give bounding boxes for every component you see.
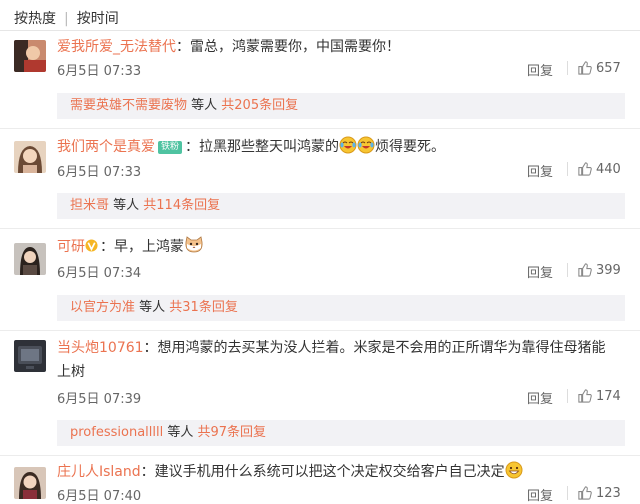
comment-time: 6月5日 07:40 bbox=[57, 489, 142, 504]
sub-reply-count[interactable]: 共205条回复 bbox=[221, 98, 298, 113]
grin-emoji bbox=[505, 461, 523, 485]
sub-reply-user[interactable]: 以官方为准 bbox=[70, 300, 135, 315]
comment-username[interactable]: 可研 bbox=[57, 239, 85, 255]
comment-line: 我们两个是真爱 铁粉 ：拉黑那些整天叫鸿蒙的 烦得要死。 bbox=[57, 136, 445, 160]
laugh-cry-emoji bbox=[357, 136, 375, 160]
sub-reply-summary[interactable]: 以官方为准 等人 共31条回复 bbox=[57, 295, 625, 321]
sub-reply-summary[interactable]: professionalllll 等人 共97条回复 bbox=[57, 420, 625, 446]
reply-button[interactable]: 回复 bbox=[527, 161, 553, 180]
sub-reply-user[interactable]: 需要英雄不需要废物 bbox=[70, 98, 187, 113]
thumb-up-icon bbox=[578, 486, 592, 500]
like-count: 123 bbox=[596, 486, 621, 501]
like-count: 174 bbox=[596, 389, 621, 404]
reply-button[interactable]: 回复 bbox=[527, 262, 553, 281]
tab-hot[interactable]: 按热度 bbox=[14, 8, 56, 28]
like-button[interactable]: 174 bbox=[577, 388, 621, 404]
comment-time: 6月5日 07:33 bbox=[57, 64, 142, 79]
avatar[interactable] bbox=[14, 467, 46, 499]
thumb-up-icon bbox=[578, 389, 592, 403]
comment-divider bbox=[0, 455, 640, 456]
like-button[interactable]: 657 bbox=[577, 60, 621, 76]
comment-text-line2: 上树 bbox=[57, 364, 85, 380]
sub-reply-summary[interactable]: 需要英雄不需要废物 等人 共205条回复 bbox=[57, 93, 625, 119]
comment-time: 6月5日 07:33 bbox=[57, 165, 142, 180]
fan-badge: 铁粉 bbox=[158, 141, 183, 154]
avatar[interactable] bbox=[14, 40, 46, 72]
sub-reply-count[interactable]: 共114条回复 bbox=[143, 198, 220, 213]
action-divider bbox=[567, 389, 568, 403]
sub-reply-count[interactable]: 共97条回复 bbox=[197, 425, 266, 440]
comment-text: 雷总，鸿蒙需要你，中国需要你！ bbox=[190, 39, 400, 55]
tab-time[interactable]: 按时间 bbox=[77, 8, 119, 28]
comment-divider bbox=[0, 228, 640, 229]
sub-reply-user[interactable]: professionalllll bbox=[70, 425, 163, 440]
like-count: 657 bbox=[596, 61, 621, 76]
comment-username[interactable]: 庄儿人Island bbox=[57, 464, 141, 480]
thumb-up-icon bbox=[578, 61, 592, 75]
comment-text: 拉黑那些整天叫鸿蒙的 bbox=[199, 139, 340, 155]
like-count: 399 bbox=[596, 263, 621, 278]
action-divider bbox=[567, 263, 568, 277]
action-divider bbox=[567, 486, 568, 500]
like-count: 440 bbox=[596, 162, 621, 177]
reply-button[interactable]: 回复 bbox=[527, 485, 553, 504]
tab-divider bbox=[0, 30, 640, 31]
v-badge-icon bbox=[85, 239, 98, 252]
sub-reply-count[interactable]: 共31条回复 bbox=[169, 300, 238, 315]
like-button[interactable]: 399 bbox=[577, 262, 621, 278]
comment-line: 当头炮10761：想用鸿蒙的去买某为没人拦着。米家是不会用的正所谓华为靠得住母猪… bbox=[57, 340, 606, 356]
thumb-up-icon bbox=[578, 162, 592, 176]
sort-tabs: 按热度 | 按时间 bbox=[14, 8, 119, 28]
avatar[interactable] bbox=[14, 141, 46, 173]
comment-time: 6月5日 07:34 bbox=[57, 266, 142, 281]
like-button[interactable]: 440 bbox=[577, 161, 621, 177]
avatar[interactable] bbox=[14, 340, 46, 372]
comment-divider bbox=[0, 330, 640, 331]
comment-text-tail: 烦得要死。 bbox=[375, 139, 446, 155]
comment-text: 想用鸿蒙的去买某为没人拦着。米家是不会用的正所谓华为靠得住母猪能 bbox=[157, 340, 606, 356]
reply-button[interactable]: 回复 bbox=[527, 388, 553, 407]
like-button[interactable]: 123 bbox=[577, 485, 621, 501]
comment-username[interactable]: 我们两个是真爱 bbox=[57, 139, 155, 155]
comment-time: 6月5日 07:39 bbox=[57, 392, 142, 407]
comment-username[interactable]: 当头炮10761 bbox=[57, 340, 144, 356]
avatar[interactable] bbox=[14, 243, 46, 275]
comment-username[interactable]: 爱我所爱_无法替代 bbox=[57, 39, 176, 55]
comment-line: 可研 ：早，上鸿蒙 bbox=[57, 236, 204, 260]
tab-separator: | bbox=[64, 11, 69, 27]
cat-emoji bbox=[184, 236, 204, 260]
sub-reply-user[interactable]: 担米哥 bbox=[70, 198, 109, 213]
reply-button[interactable]: 回复 bbox=[527, 60, 553, 79]
comment-line: 爱我所爱_无法替代：雷总，鸿蒙需要你，中国需要你！ bbox=[57, 39, 400, 55]
laugh-cry-emoji bbox=[339, 136, 357, 160]
comment-line: 庄儿人Island：建议手机用什么系统可以把这个决定权交给客户自己决定 bbox=[57, 461, 523, 485]
comment-text: 建议手机用什么系统可以把这个决定权交给客户自己决定 bbox=[154, 464, 505, 480]
action-divider bbox=[567, 61, 568, 75]
thumb-up-icon bbox=[578, 263, 592, 277]
sub-reply-summary[interactable]: 担米哥 等人 共114条回复 bbox=[57, 193, 625, 219]
comment-text: 早，上鸿蒙 bbox=[114, 239, 184, 255]
action-divider bbox=[567, 162, 568, 176]
comment-divider bbox=[0, 128, 640, 129]
